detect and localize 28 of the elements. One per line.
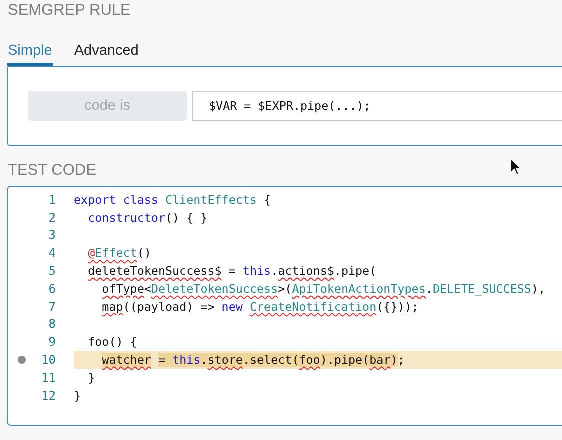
code-line: ofType<DeleteTokenSuccess>(ApiTokenActionTypes.DELETE_SUCCESS), — [101, 282, 546, 296]
line-number: 4 — [48, 246, 56, 260]
line-number: 9 — [48, 335, 56, 350]
code-line: watcher = this.store.select(foo).pipe(bar); — [101, 353, 405, 368]
mouse-pointer-icon — [510, 158, 522, 176]
pattern-field[interactable]: $VAR = $EXPR.pipe(...); — [192, 91, 562, 121]
line-number: 3 — [48, 228, 56, 242]
line-number: 2 — [48, 210, 56, 225]
code-line: @Effect() — [87, 246, 152, 260]
code-line: map((payload) => new CreateNotification({})); — [101, 300, 419, 314]
line-number: 1 — [48, 192, 56, 207]
line-number: 6 — [48, 282, 56, 296]
tab[interactable]: Advanced — [73, 43, 140, 66]
line-number: 7 — [48, 300, 56, 314]
line-number: 5 — [48, 264, 56, 278]
code-line: deleteTokenSuccess$ = this.actions$.pipe( — [87, 264, 377, 278]
line-number: 10 — [42, 353, 56, 368]
line-number: 8 — [48, 317, 56, 332]
line-number: 11 — [42, 370, 56, 385]
code-line: export class ClientEffects { — [74, 192, 272, 207]
code-line: constructor() { } — [87, 210, 208, 225]
line-number: 12 — [42, 388, 56, 403]
code-line: } — [74, 388, 82, 403]
code-line: } — [87, 370, 96, 385]
section-title: SEMGREP RULE — [8, 1, 131, 21]
code-line: foo() { — [87, 335, 138, 350]
code-editor[interactable] — [7, 186, 562, 426]
section-title: TEST CODE — [8, 162, 96, 181]
